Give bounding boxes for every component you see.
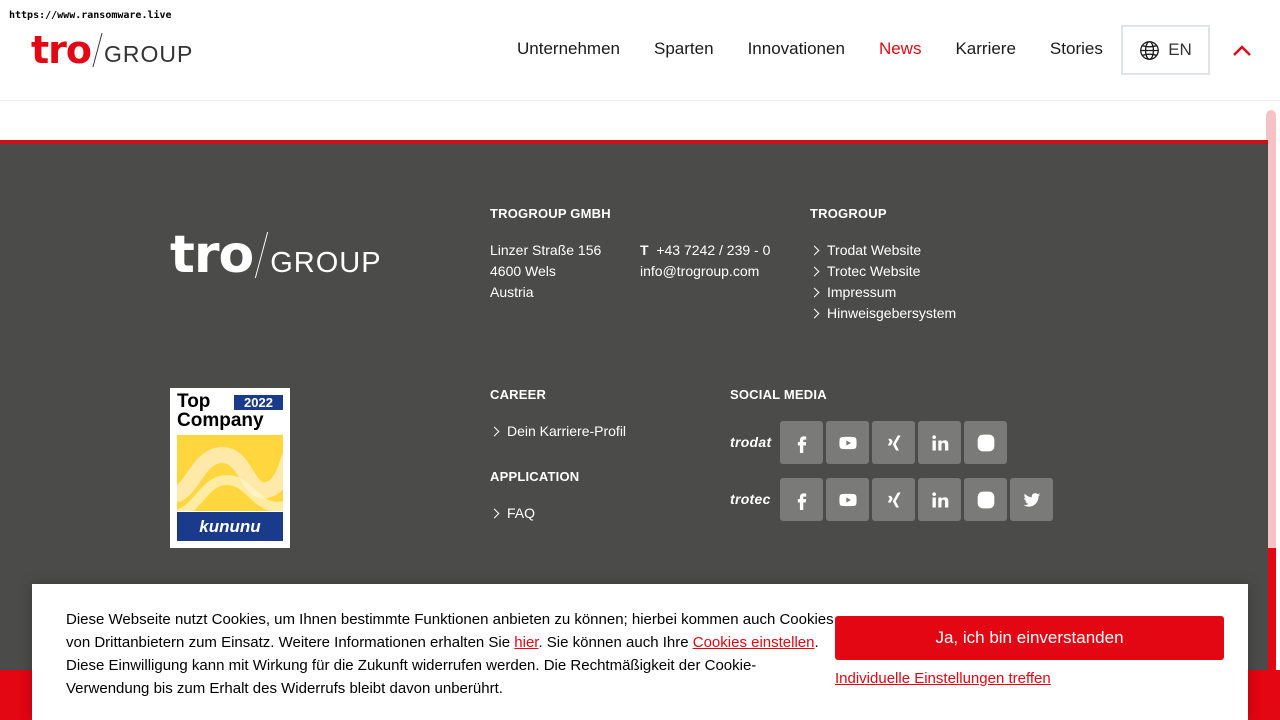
cookie-individual-settings-link[interactable]: Individuelle Einstellungen treffen — [835, 670, 1051, 687]
footer-logo-group-text: GROUP — [270, 247, 382, 279]
twitter-icon — [1023, 492, 1040, 507]
link-trodat-website[interactable]: Trodat Website — [809, 240, 956, 261]
trodat-facebook-button[interactable] — [780, 421, 823, 464]
language-label: EN — [1168, 40, 1192, 59]
career-heading: CAREER — [490, 387, 547, 402]
url-watermark: https://www.ransomware.live — [9, 10, 172, 21]
main-nav: Unternehmen Sparten Innovationen News Ka… — [517, 39, 1103, 59]
chevron-right-icon — [809, 287, 820, 298]
trodat-youtube-button[interactable] — [826, 421, 869, 464]
youtube-icon — [838, 436, 857, 449]
trotec-xing-button[interactable] — [872, 478, 915, 521]
link-label: Dein Karriere-Profil — [507, 423, 627, 439]
nav-item-unternehmen[interactable]: Unternehmen — [517, 39, 620, 59]
link-label: Hinweisgebersystem — [827, 305, 957, 321]
phone-number: +43 7242 / 239 - 0 — [656, 242, 771, 258]
trotec-twitter-button[interactable] — [1010, 478, 1053, 521]
trodat-linkedin-button[interactable] — [918, 421, 961, 464]
nav-item-innovationen[interactable]: Innovationen — [748, 39, 845, 59]
instagram-icon — [977, 491, 994, 508]
nav-item-news[interactable]: News — [879, 39, 922, 59]
link-label: Trodat Website — [827, 242, 922, 258]
footer-logo[interactable]: tro GROUP — [170, 225, 382, 285]
logo-tro-text: tro — [31, 28, 92, 72]
trotec-facebook-button[interactable] — [780, 478, 823, 521]
footer-logo-slash — [255, 232, 269, 278]
address-line: 4600 Wels — [490, 263, 556, 279]
chevron-right-icon — [809, 245, 820, 256]
badge-top-text: Top — [177, 391, 211, 412]
trotec-youtube-button[interactable] — [826, 478, 869, 521]
link-label: FAQ — [507, 505, 536, 521]
xing-icon — [887, 492, 901, 507]
badge-company-text: Company — [177, 410, 264, 431]
trodat-label: trodat — [730, 434, 772, 450]
badge-wave-graphic — [177, 446, 283, 511]
chevron-right-icon — [489, 508, 500, 519]
nav-item-karriere[interactable]: Karriere — [955, 39, 1015, 59]
social-media-heading: SOCIAL MEDIA — [730, 387, 827, 402]
cookie-banner: Diese Webseite nutzt Cookies, um Ihnen b… — [32, 584, 1248, 720]
facebook-icon — [797, 492, 806, 510]
address-line: Linzer Straße 156 — [490, 242, 602, 258]
cookie-info-link[interactable]: hier — [514, 634, 538, 651]
cookie-text-part: . Sie können auch Ihre — [538, 634, 693, 651]
trotec-instagram-button[interactable] — [964, 478, 1007, 521]
cookie-settings-link[interactable]: Cookies einstellen — [693, 634, 815, 651]
logo-slash — [92, 33, 103, 67]
cookie-text: Diese Webseite nutzt Cookies, um Ihnen b… — [66, 608, 838, 700]
phone-line[interactable]: T +43 7242 / 239 - 0 — [640, 240, 770, 261]
link-impressum[interactable]: Impressum — [809, 282, 956, 303]
trodat-instagram-button[interactable] — [964, 421, 1007, 464]
trotec-linkedin-button[interactable] — [918, 478, 961, 521]
kununu-top-company-badge[interactable]: Top 2022 Company kununu — [170, 388, 290, 548]
badge-artwork — [177, 435, 283, 511]
career-links: Dein Karriere-Profil — [489, 421, 627, 442]
nav-item-stories[interactable]: Stories — [1050, 39, 1103, 59]
address-line: Austria — [490, 284, 534, 300]
site-header: tro GROUP Unternehmen Sparten Innovation… — [0, 0, 1280, 101]
trotec-label: trotec — [730, 491, 771, 507]
facebook-icon — [797, 435, 806, 453]
link-faq[interactable]: FAQ — [489, 503, 536, 524]
linkedin-icon — [931, 434, 948, 450]
instagram-icon — [977, 434, 994, 451]
company-address: Linzer Straße 156 4600 Wels Austria — [490, 240, 601, 303]
link-label: Trotec Website — [827, 263, 921, 279]
trogroup-links: Trodat Website Trotec Website Impressum … — [809, 240, 957, 324]
link-label: Impressum — [827, 284, 897, 300]
badge-year: 2022 — [234, 395, 283, 410]
logo-group-text: GROUP — [104, 41, 194, 67]
youtube-icon — [838, 493, 857, 506]
link-karriere-profil[interactable]: Dein Karriere-Profil — [489, 421, 627, 442]
badge-brand-text: kununu — [177, 512, 283, 541]
cookie-accept-button[interactable]: Ja, ich bin einverstanden — [835, 616, 1224, 660]
application-heading: APPLICATION — [490, 469, 580, 484]
chevron-up-icon[interactable] — [1231, 40, 1253, 62]
chevron-right-icon — [489, 426, 500, 437]
linkedin-icon — [931, 491, 948, 507]
trogroup-logo[interactable]: tro GROUP — [31, 28, 194, 72]
chevron-right-icon — [809, 308, 820, 319]
company-contact: T +43 7242 / 239 - 0 info@trogroup.com — [640, 240, 770, 282]
link-hinweisgebersystem[interactable]: Hinweisgebersystem — [809, 303, 957, 324]
email-link[interactable]: info@trogroup.com — [640, 261, 770, 282]
language-button[interactable]: EN — [1121, 25, 1210, 75]
trogroup-heading: TROGROUP — [810, 206, 887, 221]
nav-item-sparten[interactable]: Sparten — [654, 39, 714, 59]
chevron-right-icon — [809, 266, 820, 277]
company-heading: TROGROUP GMBH — [490, 206, 611, 221]
link-trotec-website[interactable]: Trotec Website — [809, 261, 956, 282]
globe-icon — [1140, 40, 1160, 60]
xing-icon — [887, 435, 901, 450]
application-links: FAQ — [489, 503, 536, 524]
trodat-xing-button[interactable] — [872, 421, 915, 464]
footer-logo-tro-text: tro — [170, 225, 254, 285]
phone-prefix: T — [640, 242, 649, 258]
